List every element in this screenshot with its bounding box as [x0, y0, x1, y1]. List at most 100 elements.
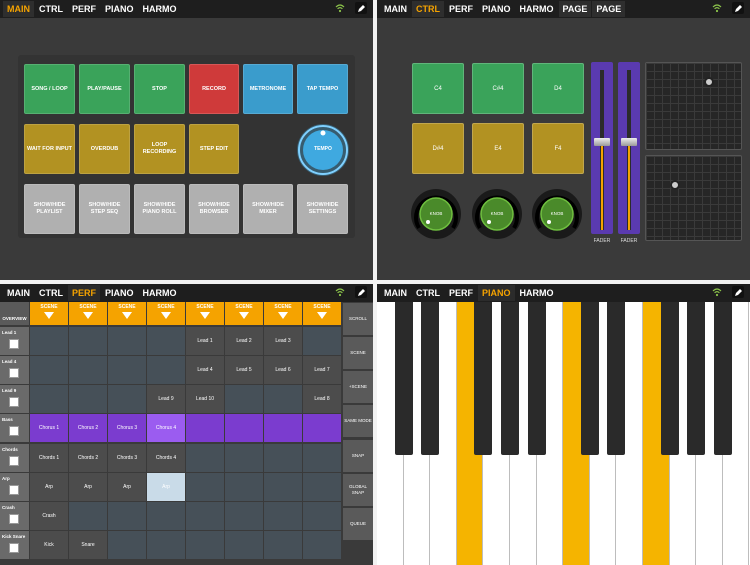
clip-cell[interactable]: Chorus 2: [69, 414, 107, 442]
tab-main[interactable]: MAIN: [3, 1, 34, 17]
pad-c4[interactable]: C4: [412, 63, 464, 114]
tab-piano[interactable]: PIANO: [101, 285, 138, 301]
clip-cell[interactable]: [264, 531, 302, 559]
clip-cell[interactable]: [108, 531, 146, 559]
track-header[interactable]: Lead 9: [0, 385, 29, 413]
clip-cell[interactable]: [186, 414, 224, 442]
clip-cell[interactable]: Chorus 4: [147, 414, 185, 442]
track-checkbox[interactable]: [9, 426, 19, 436]
tab-piano[interactable]: PIANO: [101, 1, 138, 17]
clip-cell[interactable]: [303, 502, 341, 530]
clip-cell[interactable]: Arp: [30, 473, 68, 501]
clip-cell[interactable]: Lead 6: [264, 356, 302, 384]
tab-main[interactable]: MAIN: [380, 285, 411, 301]
fader-1-handle[interactable]: [594, 138, 610, 146]
track-checkbox[interactable]: [9, 456, 19, 466]
clip-cell[interactable]: [303, 414, 341, 442]
scene-launch-2[interactable]: SCENE: [69, 302, 107, 325]
black-key-g-sharp5[interactable]: [687, 302, 706, 455]
black-key-a-sharp4[interactable]: [527, 302, 546, 455]
black-key-f-sharp5[interactable]: [660, 302, 679, 455]
clip-cell[interactable]: Lead 4: [186, 356, 224, 384]
song-loop-button[interactable]: SONG / LOOP: [24, 64, 75, 114]
clip-cell[interactable]: Lead 7: [303, 356, 341, 384]
clip-cell[interactable]: Chords 3: [108, 444, 146, 472]
clip-cell[interactable]: [186, 473, 224, 501]
clip-cell[interactable]: Lead 2: [225, 327, 263, 355]
wait-for-input-button[interactable]: WAIT FOR INPUT: [24, 124, 75, 174]
show-hide-settings-button[interactable]: SHOW/HIDE SETTINGS: [297, 184, 348, 234]
clip-cell[interactable]: Snare: [69, 531, 107, 559]
side-button[interactable]: SCENE: [343, 336, 373, 369]
clip-cell[interactable]: [264, 444, 302, 472]
clip-cell[interactable]: Chorus 1: [30, 414, 68, 442]
clip-cell[interactable]: Lead 5: [225, 356, 263, 384]
clip-cell[interactable]: Arp: [108, 473, 146, 501]
clip-cell[interactable]: [225, 531, 263, 559]
scene-launch-5[interactable]: SCENE: [186, 302, 224, 325]
pad-csharp4[interactable]: C#4: [472, 63, 524, 114]
clip-cell[interactable]: [69, 356, 107, 384]
tab-harmo[interactable]: HARMO: [516, 1, 558, 17]
fader-2-handle[interactable]: [621, 138, 637, 146]
clip-cell[interactable]: [147, 502, 185, 530]
overdub-button[interactable]: OVERDUB: [79, 124, 130, 174]
tab-perf[interactable]: PERF: [445, 1, 477, 17]
tab-perf[interactable]: PERF: [445, 285, 477, 301]
clip-cell[interactable]: [147, 327, 185, 355]
side-button[interactable]: SCROLL: [343, 302, 373, 335]
track-checkbox[interactable]: [9, 339, 19, 349]
track-header[interactable]: Lead 1: [0, 327, 29, 355]
xy-pad-1[interactable]: [645, 62, 742, 150]
show-hide-step-seq-button[interactable]: SHOW/HIDE STEP SEQ: [79, 184, 130, 234]
scene-launch-4[interactable]: SCENE: [147, 302, 185, 325]
clip-cell[interactable]: [303, 444, 341, 472]
clip-cell[interactable]: [264, 414, 302, 442]
clip-cell[interactable]: [225, 473, 263, 501]
clip-cell[interactable]: [264, 385, 302, 413]
pad-e4[interactable]: E4: [472, 123, 524, 174]
loop-recording-button[interactable]: LOOP RECORDING: [134, 124, 185, 174]
show-hide-piano-roll-button[interactable]: SHOW/HIDE PIANO ROLL: [134, 184, 185, 234]
clip-cell[interactable]: [225, 414, 263, 442]
fader-2[interactable]: [618, 62, 640, 234]
track-header[interactable]: Crash: [0, 502, 29, 530]
clip-cell[interactable]: [264, 473, 302, 501]
tab-ctrl[interactable]: CTRL: [35, 285, 67, 301]
tab-harmo[interactable]: HARMO: [139, 1, 181, 17]
black-key-f-sharp4[interactable]: [474, 302, 493, 455]
track-header[interactable]: Bass: [0, 414, 29, 442]
edit-icon[interactable]: [732, 286, 744, 298]
clip-cell[interactable]: [147, 356, 185, 384]
side-button[interactable]: SNAP: [343, 439, 373, 472]
clip-cell[interactable]: [69, 385, 107, 413]
clip-cell[interactable]: [186, 502, 224, 530]
show-hide-browser-button[interactable]: SHOW/HIDE BROWSER: [189, 184, 239, 234]
pad-d4[interactable]: D4: [532, 63, 584, 114]
scene-launch-6[interactable]: SCENE: [225, 302, 263, 325]
xy-pad-2-handle[interactable]: [670, 180, 680, 190]
scene-launch-8[interactable]: SCENE: [303, 302, 341, 325]
clip-cell[interactable]: [69, 327, 107, 355]
pad-f4[interactable]: F4: [532, 123, 584, 174]
clip-cell[interactable]: [225, 502, 263, 530]
clip-cell[interactable]: Lead 3: [264, 327, 302, 355]
clip-cell[interactable]: Lead 1: [186, 327, 224, 355]
step-edit-button[interactable]: STEP EDIT: [189, 124, 239, 174]
black-key-d-sharp4[interactable]: [421, 302, 440, 455]
clip-cell[interactable]: [30, 327, 68, 355]
edit-icon[interactable]: [355, 286, 367, 298]
clip-cell[interactable]: [30, 356, 68, 384]
tab-main[interactable]: MAIN: [3, 285, 34, 301]
clip-cell[interactable]: [147, 531, 185, 559]
clip-cell[interactable]: [108, 356, 146, 384]
tempo-knob[interactable]: TEMPO: [296, 123, 350, 177]
tap-tempo-button[interactable]: TAP TEMPO: [297, 64, 348, 114]
side-button[interactable]: GLOBAL SNAP: [343, 473, 373, 506]
track-checkbox[interactable]: [9, 368, 19, 378]
tab-ctrl[interactable]: CTRL: [35, 1, 67, 17]
track-header[interactable]: Chords: [0, 444, 29, 472]
edit-icon[interactable]: [355, 2, 367, 14]
knob-1[interactable]: KNOB: [410, 188, 462, 240]
xy-pad-2[interactable]: [645, 155, 742, 241]
